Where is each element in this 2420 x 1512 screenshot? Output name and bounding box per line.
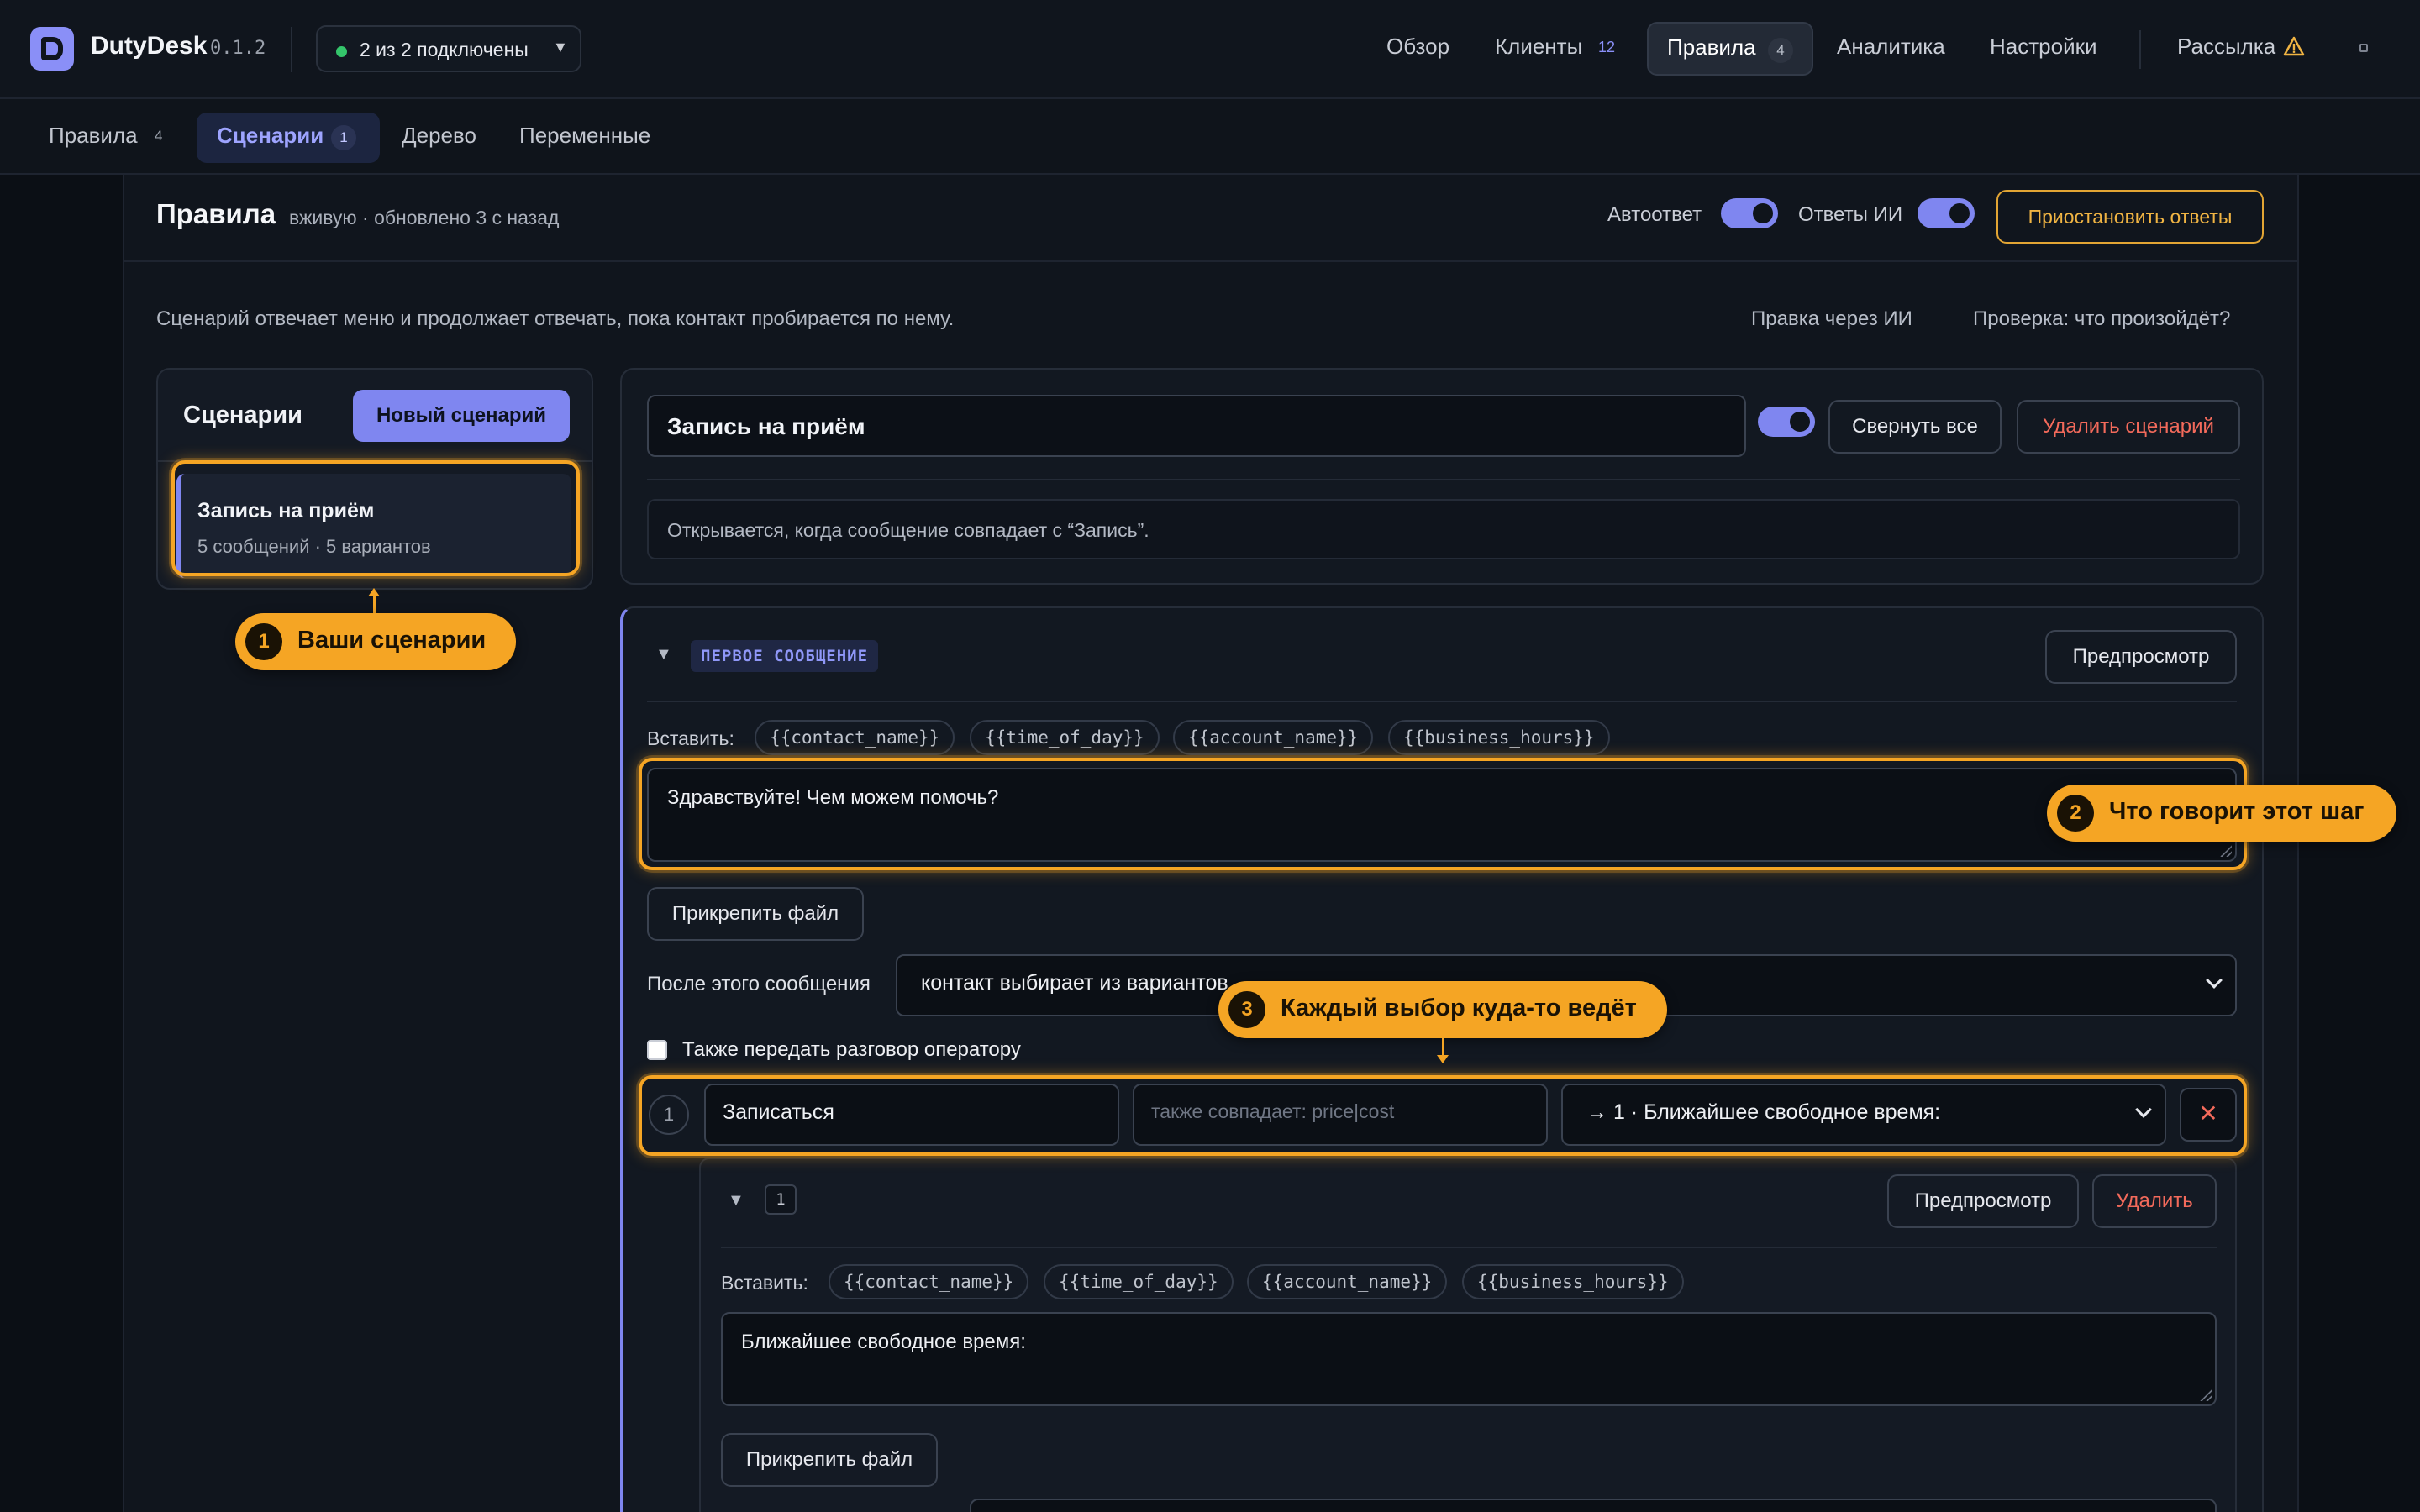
tab-scenarios-label: Сценарии bbox=[217, 123, 324, 148]
variable-chip[interactable]: {{time_of_day}} bbox=[1044, 1264, 1234, 1299]
tab-rules[interactable]: Правила bbox=[49, 123, 138, 149]
insert-label: Вставить: bbox=[721, 1272, 808, 1294]
callout-each-choice: 3 Каждый выбор куда-то ведёт bbox=[1218, 981, 1667, 1038]
scenarios-list-title: Сценарии bbox=[183, 402, 302, 428]
ai-replies-toggle[interactable] bbox=[1918, 198, 1975, 228]
variable-chip[interactable]: {{business_hours}} bbox=[1462, 1264, 1684, 1299]
nav-settings[interactable]: Настройки bbox=[1990, 34, 2097, 60]
collapse-caret-icon[interactable]: ▼ bbox=[655, 645, 672, 664]
tab-scenarios[interactable]: Сценарии 1 bbox=[197, 113, 380, 163]
nav-rules-label: Правила bbox=[1667, 34, 1756, 60]
callout-arrow-head bbox=[368, 588, 380, 596]
divider bbox=[647, 701, 2237, 702]
divider bbox=[123, 260, 2299, 262]
step-preview-button[interactable]: Предпросмотр bbox=[1887, 1174, 2079, 1228]
insert-label: Вставить: bbox=[647, 727, 734, 749]
variable-chip[interactable]: {{account_name}} bbox=[1247, 1264, 1448, 1299]
tab-variables[interactable]: Переменные bbox=[519, 123, 650, 149]
brand-name: DutyDesk bbox=[91, 32, 208, 60]
attach-file-button[interactable]: Прикрепить файл bbox=[647, 887, 864, 941]
top-bar: DutyDesk 0.1.2 2 из 2 подключены ▼ Обзор… bbox=[0, 0, 2420, 99]
variable-chip[interactable]: {{contact_name}} bbox=[829, 1264, 1029, 1299]
divider bbox=[2139, 30, 2141, 69]
ai-replies-label: Ответы ИИ bbox=[1798, 203, 1903, 226]
after-message-label: После этого сообщения bbox=[647, 973, 871, 995]
preview-button[interactable]: Предпросмотр bbox=[2045, 630, 2237, 684]
after-message-value: контакт выбирает из вариантов bbox=[921, 971, 1228, 995]
connection-status-label: 2 из 2 подключены bbox=[360, 39, 529, 60]
variable-chip[interactable]: {{contact_name}} bbox=[755, 720, 955, 755]
callout-number: 3 bbox=[1228, 991, 1265, 1028]
resize-handle-icon[interactable] bbox=[2200, 1389, 2212, 1401]
callout-text: Каждый выбор куда-то ведёт bbox=[1281, 995, 1637, 1021]
nav-broadcast[interactable]: Рассылка bbox=[2177, 34, 2275, 60]
collapse-all-button[interactable]: Свернуть все bbox=[1828, 400, 2002, 454]
check-what-happens-link[interactable]: Проверка: что произойдёт? bbox=[1973, 307, 2230, 331]
status-dot-icon bbox=[336, 46, 347, 57]
highlight-message-text bbox=[639, 758, 2247, 870]
ai-edit-link[interactable]: Правка через ИИ bbox=[1751, 307, 1912, 331]
variable-chip[interactable]: {{account_name}} bbox=[1173, 720, 1374, 755]
scenario-editor-card: Запись на приём Свернуть все Удалить сце… bbox=[620, 368, 2264, 585]
step-message-text: Ближайшее свободное время: bbox=[741, 1331, 1026, 1353]
trigger-description: Открывается, когда сообщение совпадает с… bbox=[647, 499, 2240, 559]
step-after-select[interactable] bbox=[970, 1499, 2217, 1512]
app-logo-icon[interactable] bbox=[30, 27, 74, 71]
divider bbox=[291, 27, 292, 72]
tab-rules-count: 4 bbox=[155, 128, 163, 144]
callout-number: 2 bbox=[2057, 795, 2094, 832]
step-delete-button[interactable]: Удалить bbox=[2092, 1174, 2217, 1228]
step-message-textarea[interactable]: Ближайшее свободное время: bbox=[721, 1312, 2217, 1406]
app-version: 0.1.2 bbox=[210, 38, 266, 59]
step-number: 1 bbox=[765, 1184, 797, 1215]
highlight-option-row bbox=[639, 1075, 2247, 1156]
sub-tabs: Правила 4 Сценарии 1 Дерево Переменные bbox=[0, 99, 2420, 175]
scenario-description: Сценарий отвечает меню и продолжает отве… bbox=[156, 307, 955, 330]
tab-tree[interactable]: Дерево bbox=[402, 123, 476, 149]
nav-rules-count: 4 bbox=[1768, 38, 1793, 63]
collapse-caret-icon[interactable]: ▼ bbox=[728, 1191, 744, 1210]
live-status-meta: вживую · обновлено 3 с назад bbox=[289, 207, 560, 228]
scenario-name-value: Запись на приём bbox=[667, 413, 865, 439]
divider bbox=[647, 479, 2240, 480]
right-gutter bbox=[2299, 175, 2420, 1512]
first-message-tag: ПЕРВОЕ СООБЩЕНИЕ bbox=[691, 640, 879, 672]
page-title: Правила bbox=[156, 198, 276, 229]
tab-scenarios-count: 1 bbox=[331, 125, 356, 150]
callout-what-step-says: 2 Что говорит этот шаг bbox=[2047, 785, 2396, 842]
variable-chip[interactable]: {{business_hours}} bbox=[1388, 720, 1610, 755]
connection-status-dropdown[interactable]: 2 из 2 подключены ▼ bbox=[316, 25, 581, 72]
nav-rules[interactable]: Правила 4 bbox=[1647, 22, 1813, 76]
new-scenario-button[interactable]: Новый сценарий bbox=[353, 390, 570, 442]
scenario-name-input[interactable]: Запись на приём bbox=[647, 395, 1746, 457]
variable-chip[interactable]: {{time_of_day}} bbox=[970, 720, 1160, 755]
nav-clients[interactable]: Клиенты bbox=[1495, 34, 1582, 60]
callout-text: Ваши сценарии bbox=[297, 627, 487, 654]
callout-arrow bbox=[1442, 1038, 1444, 1055]
scenario-enabled-toggle[interactable] bbox=[1758, 407, 1815, 437]
handoff-label: Также передать разговор оператору bbox=[682, 1038, 1021, 1061]
step-attach-file-button[interactable]: Прикрепить файл bbox=[721, 1433, 938, 1487]
callout-your-scenarios: 1 Ваши сценарии bbox=[235, 613, 516, 670]
autoreply-toggle[interactable] bbox=[1721, 198, 1778, 228]
nav-overview[interactable]: Обзор bbox=[1386, 34, 1449, 60]
callout-text: Что говорит этот шаг bbox=[2109, 798, 2365, 825]
callout-number: 1 bbox=[245, 623, 282, 660]
caret-down-icon: ▼ bbox=[553, 39, 568, 55]
callout-arrow-head bbox=[1437, 1055, 1449, 1063]
highlight-scenario-item bbox=[171, 460, 580, 576]
handoff-checkbox[interactable] bbox=[647, 1040, 667, 1060]
callout-arrow bbox=[373, 595, 376, 613]
pause-replies-button[interactable]: Приостановить ответы bbox=[1996, 190, 2264, 244]
delete-scenario-button[interactable]: Удалить сценарий bbox=[2017, 400, 2240, 454]
chevron-down-icon bbox=[2206, 972, 2223, 989]
window-icon[interactable] bbox=[2360, 44, 2368, 52]
warning-icon bbox=[2283, 36, 2305, 56]
nav-analytics[interactable]: Аналитика bbox=[1837, 34, 1945, 60]
left-gutter bbox=[0, 175, 123, 1512]
autoreply-label: Автоответ bbox=[1607, 203, 1702, 226]
nav-clients-count: 12 bbox=[1598, 39, 1616, 55]
trigger-text: Открывается, когда сообщение совпадает с… bbox=[667, 519, 1150, 541]
divider bbox=[721, 1247, 2217, 1248]
